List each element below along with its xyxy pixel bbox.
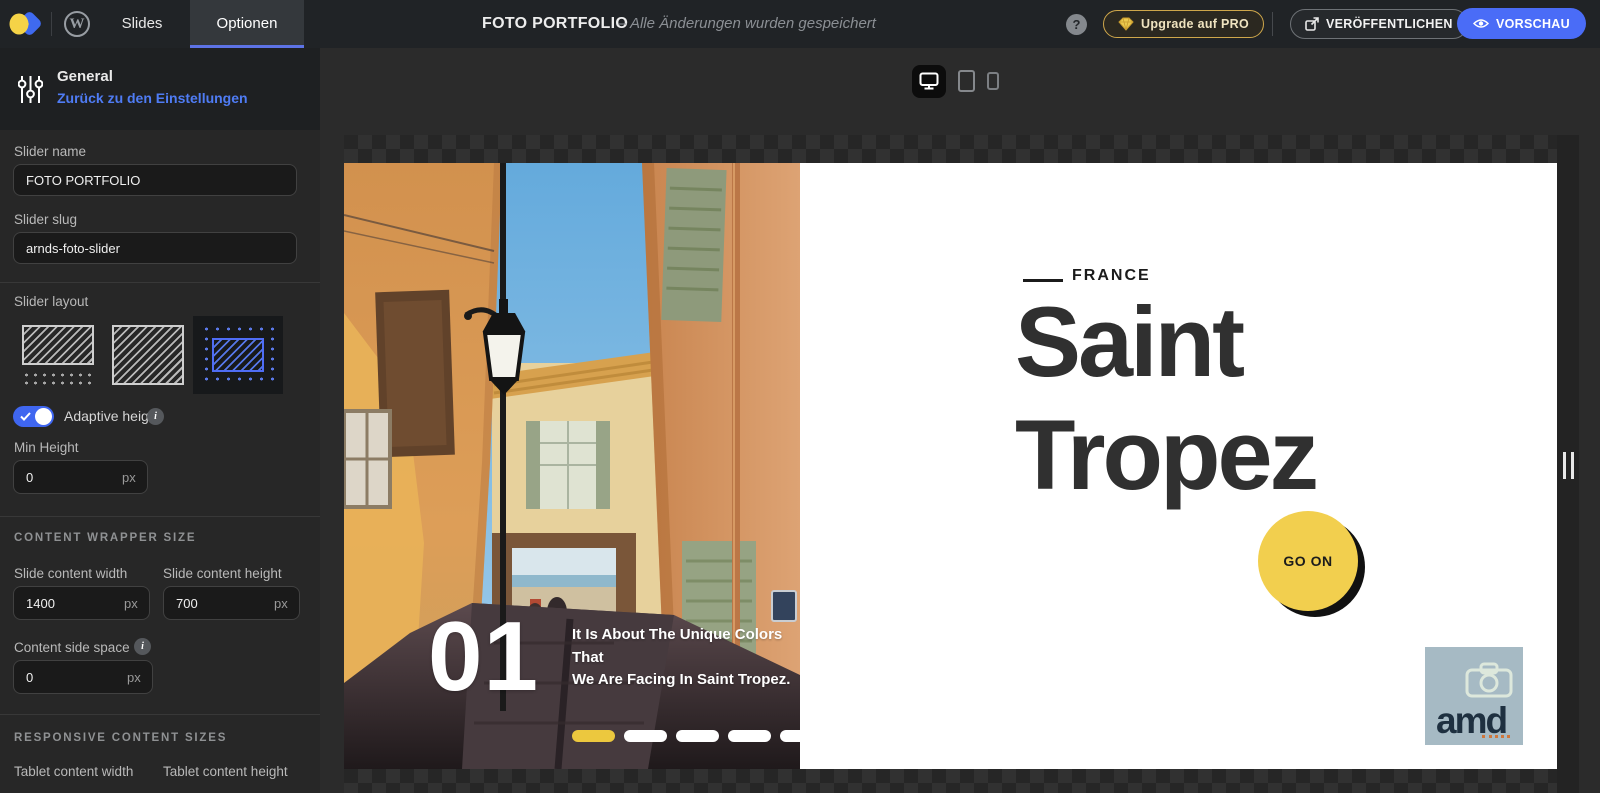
divider [0,282,320,283]
save-status: – Alle Änderungen wurden gespeichert [618,0,876,48]
content-height-label: Slide content height [163,566,282,581]
slide-pagination [572,730,823,742]
topbar-divider [1272,12,1273,36]
brand-accent-dots [1482,735,1510,738]
responsive-section-title: RESPONSIVE CONTENT SIZES [14,732,227,744]
content-wrapper-section-title: CONTENT WRAPPER SIZE [14,532,196,544]
divider [0,714,320,715]
slider-layout-label: Slider layout [14,294,88,309]
content-side-space-unit: px [127,670,141,685]
caption-line-2: We Are Facing In Saint Tropez. [572,669,797,692]
content-width-unit: px [124,596,138,611]
brand-logo: amd [1425,647,1523,745]
transparency-checker-band [344,769,1557,793]
slide-number: 01 [428,607,539,705]
upgrade-pro-button[interactable]: Upgrade auf PRO [1103,10,1264,38]
smart-slider-logo-icon[interactable] [8,9,42,39]
slide-caption: It Is About The Unique Colors That We Ar… [572,624,797,692]
slide-preview[interactable]: 01 It Is About The Unique Colors That We… [344,163,1557,769]
monitor-icon [919,72,939,90]
slider-slug-input[interactable] [13,232,297,264]
external-link-icon [1305,17,1319,31]
device-switcher [912,64,999,98]
info-icon[interactable]: i [147,408,164,425]
wordpress-logo-icon[interactable]: W [64,11,90,37]
info-icon[interactable]: i [134,638,151,655]
pagination-pill[interactable] [728,730,771,742]
min-height-unit: px [122,470,136,485]
adaptive-height-toggle[interactable] [13,406,54,427]
sliders-icon [18,74,43,105]
caption-line-1: It Is About The Unique Colors That [572,624,797,669]
device-mobile-button[interactable] [987,72,999,90]
publish-label: VERÖFFENTLICHEN [1326,17,1453,31]
go-on-button[interactable]: GO ON [1258,511,1358,611]
layout-option-fullpage-selected[interactable] [193,316,283,394]
content-width-label: Slide content width [14,566,127,581]
brand-name: amd [1436,702,1506,739]
device-tablet-button[interactable] [958,70,975,92]
tab-slides[interactable]: Slides [104,0,180,48]
slider-name-input[interactable] [13,164,297,196]
slide-text-content: FRANCE Saint Tropez GO ON amd [800,163,1557,769]
pagination-pill-active[interactable] [572,730,615,742]
settings-sidebar: General Zurück zu den Einstellungen Slid… [0,48,320,793]
upgrade-label: Upgrade auf PRO [1141,17,1249,31]
transparency-checker-band [344,135,1557,163]
title-line-2: Tropez [1015,398,1316,511]
content-side-space-label: Content side space [14,640,130,655]
device-desktop-button[interactable] [912,65,946,98]
title-line-1: Saint [1015,285,1316,398]
layout-option-boxed[interactable] [13,316,103,394]
canvas-right-gutter [1557,135,1579,793]
pagination-pill[interactable] [624,730,667,742]
settings-group-title: General [57,68,113,85]
check-icon [20,412,31,421]
tab-optionen[interactable]: Optionen [190,0,304,48]
layout-option-fullwidth[interactable] [103,316,193,394]
min-height-label: Min Height [14,440,79,455]
sidebar-header: General Zurück zu den Einstellungen [0,48,320,130]
help-button[interactable]: ? [1066,14,1087,35]
divider [0,516,320,517]
slider-slug-label: Slider slug [14,212,77,227]
slider-name-label: Slider name [14,144,86,159]
tablet-height-label: Tablet content height [163,764,288,779]
tablet-width-label: Tablet content width [14,764,133,779]
pagination-pill[interactable] [676,730,719,742]
slide-title: Saint Tropez [1015,285,1316,511]
top-bar: W Slides Optionen FOTO PORTFOLIO – Alle … [0,0,1600,48]
eye-icon [1473,18,1489,29]
publish-button[interactable]: VERÖFFENTLICHEN [1290,9,1468,39]
tagline: FRANCE [1072,267,1151,285]
preview-canvas: 01 It Is About The Unique Colors That We… [320,48,1600,793]
gem-icon [1118,17,1134,31]
back-to-settings-link[interactable]: Zurück zu den Einstellungen [57,90,248,106]
preview-button[interactable]: VORSCHAU [1457,8,1586,39]
preview-label: VORSCHAU [1496,17,1570,31]
topbar-divider [51,12,52,36]
slider-title: FOTO PORTFOLIO [482,0,628,48]
camera-icon [1464,661,1514,699]
width-resize-handle[interactable] [1563,452,1574,479]
content-height-unit: px [274,596,288,611]
tagline-dash [1023,279,1063,282]
